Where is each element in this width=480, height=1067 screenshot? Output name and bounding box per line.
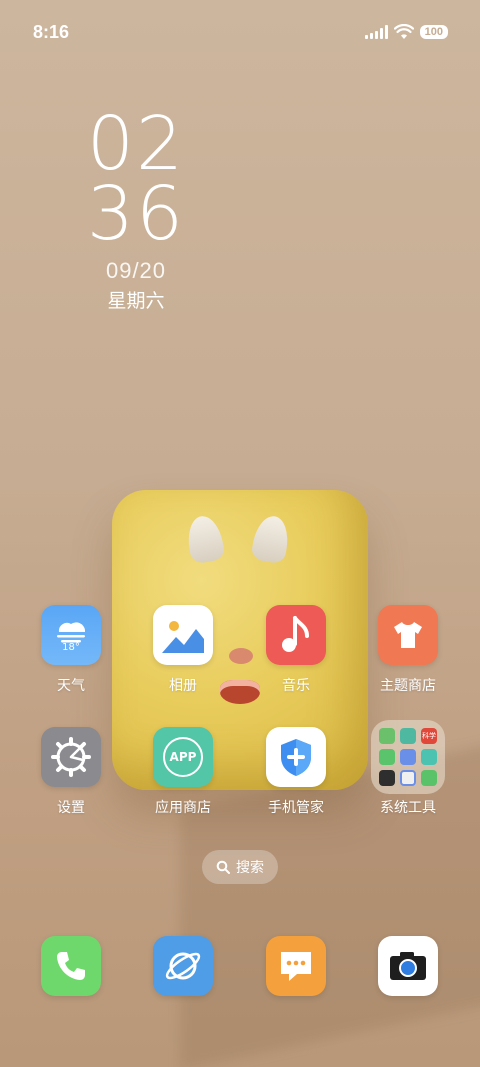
cellular-signal-icon bbox=[364, 25, 388, 39]
browser-icon bbox=[153, 936, 213, 996]
app-app-store-label: 应用商店 bbox=[155, 800, 211, 816]
folder-app-icon bbox=[379, 770, 395, 786]
app-music[interactable]: 音乐 bbox=[246, 605, 346, 695]
folder-app-icon: 科学 bbox=[421, 728, 437, 744]
app-themes[interactable]: 主题商店 bbox=[358, 605, 458, 695]
phone-icon bbox=[41, 936, 101, 996]
app-store-badge: APP bbox=[163, 737, 203, 777]
app-app-store[interactable]: APP 应用商店 bbox=[133, 727, 233, 817]
clock-date: 09/20 bbox=[105, 258, 167, 283]
music-note-icon bbox=[266, 605, 326, 665]
app-weather-label: 天气 bbox=[57, 678, 85, 694]
folder-app-icon bbox=[400, 770, 416, 786]
folder-grid: 科学 bbox=[371, 720, 445, 794]
clock-widget[interactable]: 02 36 09/20 星期六 bbox=[0, 101, 272, 313]
folder-app-icon bbox=[421, 770, 437, 786]
search-label: 搜索 bbox=[236, 860, 264, 876]
folder-system-tools[interactable]: 科学 系统工具 bbox=[358, 720, 458, 817]
shield-icon bbox=[266, 727, 326, 787]
app-gallery[interactable]: 相册 bbox=[133, 605, 233, 695]
folder-app-icon bbox=[400, 749, 416, 765]
search-icon bbox=[216, 860, 230, 874]
search-button[interactable]: 搜索 bbox=[202, 850, 278, 884]
wifi-icon bbox=[393, 24, 414, 39]
gear-icon bbox=[41, 727, 101, 787]
app-music-label: 音乐 bbox=[282, 678, 310, 694]
app-settings-label: 设置 bbox=[57, 800, 85, 816]
app-weather[interactable]: 18° 天气 bbox=[21, 605, 121, 695]
dock-messages[interactable] bbox=[246, 936, 346, 996]
clock-minutes: 36 bbox=[86, 171, 186, 257]
folder-app-icon bbox=[379, 749, 395, 765]
folder-app-icon bbox=[379, 728, 395, 744]
weather-temp: 18° bbox=[62, 641, 80, 653]
dock-browser[interactable] bbox=[133, 936, 233, 996]
gallery-icon bbox=[153, 605, 213, 665]
weather-icon: 18° bbox=[41, 605, 101, 665]
app-security[interactable]: 手机管家 bbox=[246, 727, 346, 817]
tshirt-icon bbox=[378, 605, 438, 665]
app-security-label: 手机管家 bbox=[268, 800, 324, 816]
app-settings[interactable]: 设置 bbox=[21, 727, 121, 817]
clock-hours: 02 bbox=[86, 101, 186, 187]
app-gallery-label: 相册 bbox=[169, 678, 197, 694]
camera-icon bbox=[378, 936, 438, 996]
cloud-icon bbox=[57, 621, 85, 642]
clock-weekday: 星期六 bbox=[107, 290, 165, 312]
folder-app-icon bbox=[400, 728, 416, 744]
app-themes-label: 主题商店 bbox=[380, 678, 436, 694]
status-bar: 8:16 100 bbox=[0, 0, 480, 64]
status-time: 8:16 bbox=[33, 21, 70, 42]
folder-system-tools-label: 系统工具 bbox=[380, 800, 436, 816]
app-store-icon: APP bbox=[153, 727, 213, 787]
dock-phone[interactable] bbox=[21, 936, 121, 996]
dock-camera[interactable] bbox=[358, 936, 458, 996]
battery-indicator: 100 bbox=[419, 25, 448, 39]
folder-app-icon bbox=[421, 749, 437, 765]
status-icons: 100 bbox=[364, 24, 448, 40]
message-bubble-icon bbox=[266, 936, 326, 996]
